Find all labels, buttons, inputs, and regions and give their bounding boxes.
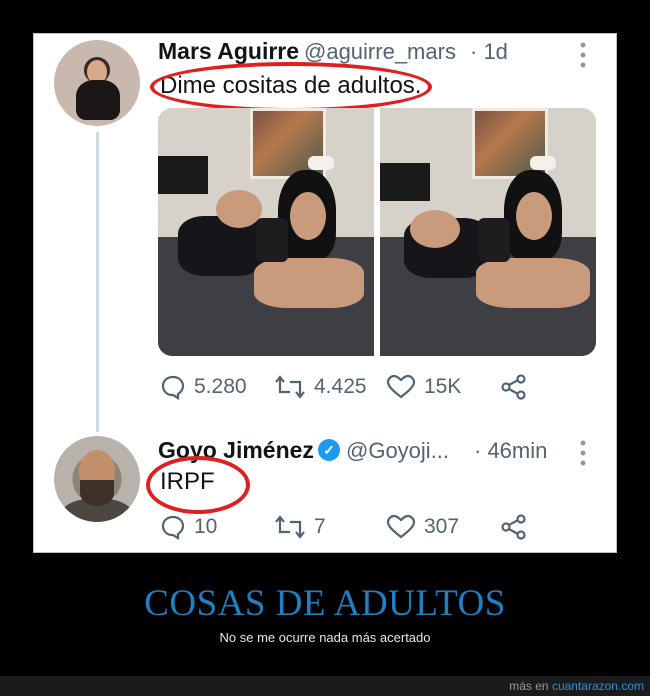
- avatar-mars-aguirre[interactable]: [54, 40, 140, 126]
- photo-tv: [158, 156, 208, 194]
- reply-icon: [161, 375, 185, 400]
- more-icon[interactable]: • • •: [579, 434, 587, 472]
- reply-icon: [161, 515, 185, 540]
- tweet1-photo-2[interactable]: [380, 108, 596, 356]
- photo-face: [290, 192, 326, 240]
- like-count: 307: [424, 515, 460, 538]
- thread-line: [96, 132, 99, 432]
- retweet-button[interactable]: 4.425: [274, 374, 367, 400]
- share-icon: [501, 374, 526, 400]
- photo-tv: [380, 163, 430, 201]
- reply-count: 5.280: [194, 375, 247, 398]
- verified-icon: ✓: [318, 439, 340, 461]
- reply-button[interactable]: 10: [160, 514, 217, 540]
- retweet-icon: [275, 375, 305, 399]
- photo-lamp: [530, 156, 556, 170]
- reply-count: 10: [194, 515, 218, 538]
- photo-lamp: [308, 156, 334, 170]
- more-icon[interactable]: • • •: [579, 36, 587, 74]
- avatar-goyo-jimenez[interactable]: [54, 436, 140, 522]
- avatar-body: [76, 80, 120, 120]
- screenshot-frame: Mars Aguirre @aguirre_mars · 1d • • • Dime…: [33, 33, 617, 553]
- photo-phone: [478, 218, 510, 262]
- like-button[interactable]: 15K: [386, 374, 461, 400]
- like-count: 15K: [424, 375, 462, 398]
- photo-legs: [410, 210, 460, 248]
- red-circle-annotation: [146, 456, 250, 514]
- photo-phone: [256, 218, 288, 262]
- share-button[interactable]: [500, 514, 536, 540]
- like-icon: [386, 374, 416, 399]
- tweet1-author-name[interactable]: Mars Aguirre: [158, 38, 299, 65]
- tweet1-photo-1[interactable]: [158, 108, 374, 356]
- retweet-count: 7: [314, 515, 326, 538]
- photo-face: [516, 192, 552, 240]
- tweet2-time[interactable]: · 46min: [474, 438, 547, 464]
- retweet-count: 4.425: [314, 375, 367, 398]
- footer-prefix: más en: [509, 679, 549, 693]
- reply-button[interactable]: 5.280: [160, 374, 247, 400]
- share-icon: [501, 514, 526, 540]
- like-icon: [386, 514, 416, 539]
- photo-arms: [254, 258, 364, 308]
- retweet-icon: [275, 515, 305, 539]
- footer-bar: más en cuantarazon.com: [0, 676, 650, 696]
- footer-text: más en cuantarazon.com: [509, 679, 644, 693]
- tweet2-handle[interactable]: @Goyoji...: [346, 438, 449, 464]
- caption-title: COSAS DE ADULTOS: [144, 583, 506, 624]
- tweet1-handle[interactable]: @aguirre_mars: [304, 39, 456, 65]
- like-button[interactable]: 307: [386, 514, 459, 540]
- avatar-beard: [80, 480, 114, 506]
- retweet-button[interactable]: 7: [274, 514, 326, 540]
- share-button[interactable]: [500, 374, 536, 400]
- red-circle-annotation: [150, 62, 432, 112]
- caption-subtitle: No se me ocurre nada más acertado: [219, 630, 431, 645]
- photo-arms: [476, 258, 590, 308]
- tweet1-time[interactable]: · 1d: [470, 39, 508, 65]
- footer-site-link[interactable]: cuantarazon.com: [552, 679, 644, 693]
